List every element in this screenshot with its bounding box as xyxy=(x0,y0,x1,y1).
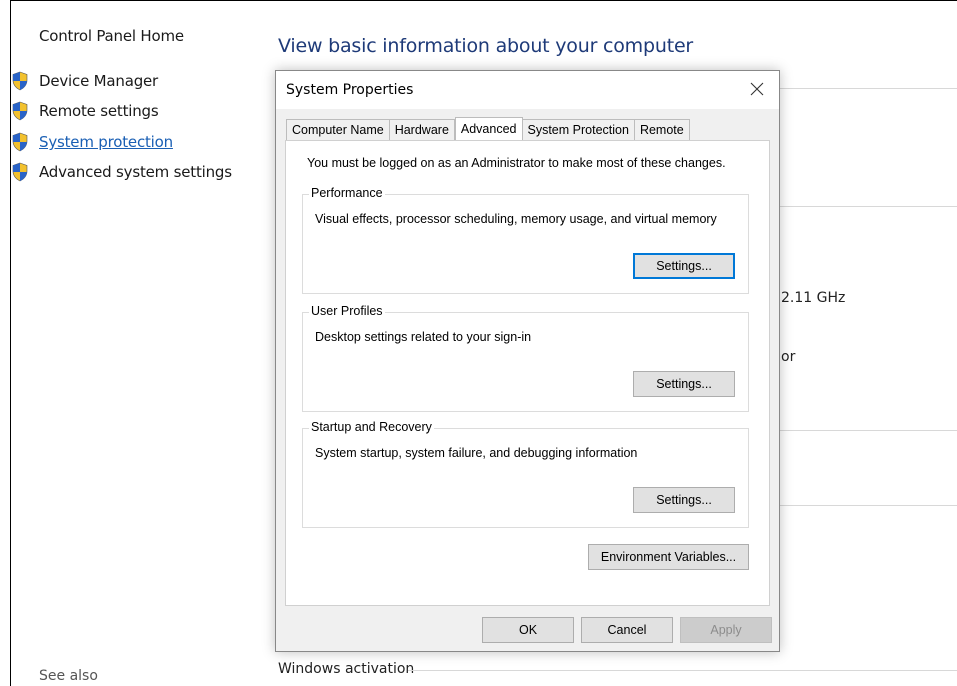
environment-variables-button[interactable]: Environment Variables... xyxy=(588,544,749,570)
processor-speed-text: 2.11 GHz xyxy=(781,290,846,306)
tab-system-protection[interactable]: System Protection xyxy=(522,119,635,140)
uac-shield-icon xyxy=(12,71,28,91)
uac-shield-icon xyxy=(12,101,28,121)
nav-remote-settings[interactable]: Remote settings xyxy=(11,99,159,123)
section-divider xyxy=(780,505,957,506)
user-profiles-group: User Profiles Desktop settings related t… xyxy=(302,304,749,412)
user-profiles-settings-button[interactable]: Settings... xyxy=(633,371,735,397)
nav-advanced-system-settings-label: Advanced system settings xyxy=(39,163,232,181)
ok-button[interactable]: OK xyxy=(482,617,574,643)
nav-system-protection[interactable]: System protection xyxy=(11,130,173,154)
window-top-border xyxy=(10,0,957,1)
dialog-titlebar[interactable]: System Properties xyxy=(276,71,779,109)
nav-system-protection-label: System protection xyxy=(39,133,173,151)
close-icon xyxy=(750,82,764,96)
performance-description: Visual effects, processor scheduling, me… xyxy=(315,212,717,226)
nav-device-manager-label: Device Manager xyxy=(39,72,159,90)
uac-shield-icon xyxy=(12,162,28,182)
section-divider xyxy=(408,670,957,671)
section-divider xyxy=(780,206,957,207)
tab-advanced[interactable]: Advanced xyxy=(454,117,523,140)
section-divider xyxy=(780,430,957,431)
control-panel-home-link[interactable]: Control Panel Home xyxy=(39,27,184,45)
dialog-title: System Properties xyxy=(286,82,414,98)
user-profiles-description: Desktop settings related to your sign-in xyxy=(315,330,532,344)
tab-remote[interactable]: Remote xyxy=(634,119,690,140)
tab-strip: Computer Name Hardware Advanced System P… xyxy=(286,117,690,140)
partial-text: or xyxy=(781,349,796,365)
tab-hardware[interactable]: Hardware xyxy=(389,119,455,140)
see-also-heading: See also xyxy=(39,668,98,684)
section-divider xyxy=(780,88,957,89)
user-profiles-legend: User Profiles xyxy=(309,304,385,318)
performance-settings-button[interactable]: Settings... xyxy=(633,253,735,279)
nav-remote-settings-label: Remote settings xyxy=(39,102,159,120)
windows-activation-heading: Windows activation xyxy=(278,661,415,677)
cancel-button[interactable]: Cancel xyxy=(581,617,673,643)
nav-device-manager[interactable]: Device Manager xyxy=(11,69,158,93)
system-properties-dialog: System Properties Computer Name Hardware… xyxy=(275,70,780,652)
advanced-tab-panel: You must be logged on as an Administrato… xyxy=(285,140,770,606)
page-title: View basic information about your comput… xyxy=(278,35,694,57)
startup-recovery-legend: Startup and Recovery xyxy=(309,420,434,434)
nav-advanced-system-settings[interactable]: Advanced system settings xyxy=(11,160,232,184)
startup-recovery-group: Startup and Recovery System startup, sys… xyxy=(302,420,749,528)
uac-shield-icon xyxy=(12,132,28,152)
startup-recovery-settings-button[interactable]: Settings... xyxy=(633,487,735,513)
apply-button[interactable]: Apply xyxy=(680,617,772,643)
tab-computer-name[interactable]: Computer Name xyxy=(286,119,390,140)
startup-recovery-description: System startup, system failure, and debu… xyxy=(315,446,638,460)
close-button[interactable] xyxy=(739,74,775,104)
performance-legend: Performance xyxy=(309,186,385,200)
performance-group: Performance Visual effects, processor sc… xyxy=(302,186,749,294)
administrator-note: You must be logged on as an Administrato… xyxy=(307,156,726,170)
